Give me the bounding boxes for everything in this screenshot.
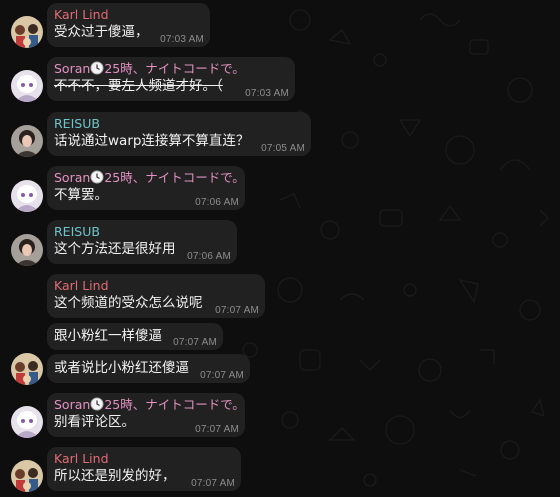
avatar-karl-lind[interactable] — [11, 16, 43, 48]
message-time: 07:03 AM — [245, 88, 289, 99]
avatar-reisub[interactable] — [11, 234, 43, 266]
message-bubble[interactable]: 或者说比小粉红还傻逼 07:07 AM — [47, 354, 250, 383]
message-time: 07:07 AM — [195, 424, 239, 435]
avatar-soran[interactable] — [11, 180, 43, 212]
chat-message-list[interactable]: Karl Lind 受众过于傻逼， 07:03 AM Soran 25時、ナイトコ… — [0, 0, 560, 497]
message-bubble[interactable]: Karl Lind 这个频道的受众怎么说呢 07:07 AM — [47, 274, 265, 318]
sender-name-text: Soran — [54, 170, 91, 185]
sender-name[interactable]: Karl Lind — [54, 7, 202, 23]
message-bubble[interactable]: REISUB 这个方法还是很好用 07:06 AM — [47, 220, 237, 264]
sender-name-text: Soran — [54, 397, 91, 412]
sender-status-text: 25時、ナイトコードで。 — [104, 397, 245, 412]
sender-name[interactable]: Soran 25時、ナイトコードで。 — [54, 61, 287, 77]
message-time: 07:06 AM — [195, 197, 239, 208]
message-bubble[interactable]: 跟小粉红一样傻逼 07:07 AM — [47, 323, 223, 350]
avatar-karl-lind[interactable] — [11, 460, 43, 492]
sender-name[interactable]: Soran 25時、ナイトコードで。 — [54, 397, 245, 413]
sender-name[interactable]: Soran 25時、ナイトコードで。 — [54, 170, 245, 186]
sender-name-text: Soran — [54, 61, 91, 76]
avatar-soran[interactable] — [11, 406, 43, 438]
message-bubble[interactable]: Soran 25時、ナイトコードで。 别看评论区。 07:07 AM — [47, 393, 245, 437]
clock-emoji-icon — [90, 61, 104, 75]
message-time: 07:07 AM — [215, 305, 259, 316]
message-bubble[interactable]: Karl Lind 受众过于傻逼， 07:03 AM — [47, 3, 210, 47]
clock-emoji-icon — [90, 170, 104, 184]
avatar-karl-lind[interactable] — [11, 353, 43, 385]
clock-emoji-icon — [90, 397, 104, 411]
sender-name[interactable]: REISUB — [54, 224, 229, 240]
message-time: 07:05 AM — [261, 143, 305, 154]
message-time: 07:07 AM — [173, 337, 217, 348]
sender-status-text: 25時、ナイトコードで。 — [104, 170, 245, 185]
message-time: 07:06 AM — [187, 251, 231, 262]
message-bubble[interactable]: REISUB 话说通过warp连接算不算直连？ 07:05 AM — [47, 112, 311, 156]
message-bubble[interactable]: Soran 25時、ナイトコードで。 不算罢。 07:06 AM — [47, 166, 245, 210]
avatar-soran[interactable] — [11, 70, 43, 102]
message-time: 07:07 AM — [191, 478, 235, 489]
sender-status-text: 25時、ナイトコードで。 — [104, 61, 245, 76]
message-bubble[interactable]: Soran 25時、ナイトコードで。 不不不，要左人频道才好。（ 07:03 AM — [47, 57, 295, 101]
sender-name[interactable]: REISUB — [54, 116, 303, 132]
sender-name[interactable]: Karl Lind — [54, 451, 233, 467]
message-bubble[interactable]: Karl Lind 所以还是别发的好， 07:07 AM — [47, 447, 241, 491]
message-time: 07:03 AM — [160, 34, 204, 45]
message-time: 07:07 AM — [200, 370, 244, 381]
avatar-reisub[interactable] — [11, 125, 43, 157]
sender-name[interactable]: Karl Lind — [54, 278, 257, 294]
